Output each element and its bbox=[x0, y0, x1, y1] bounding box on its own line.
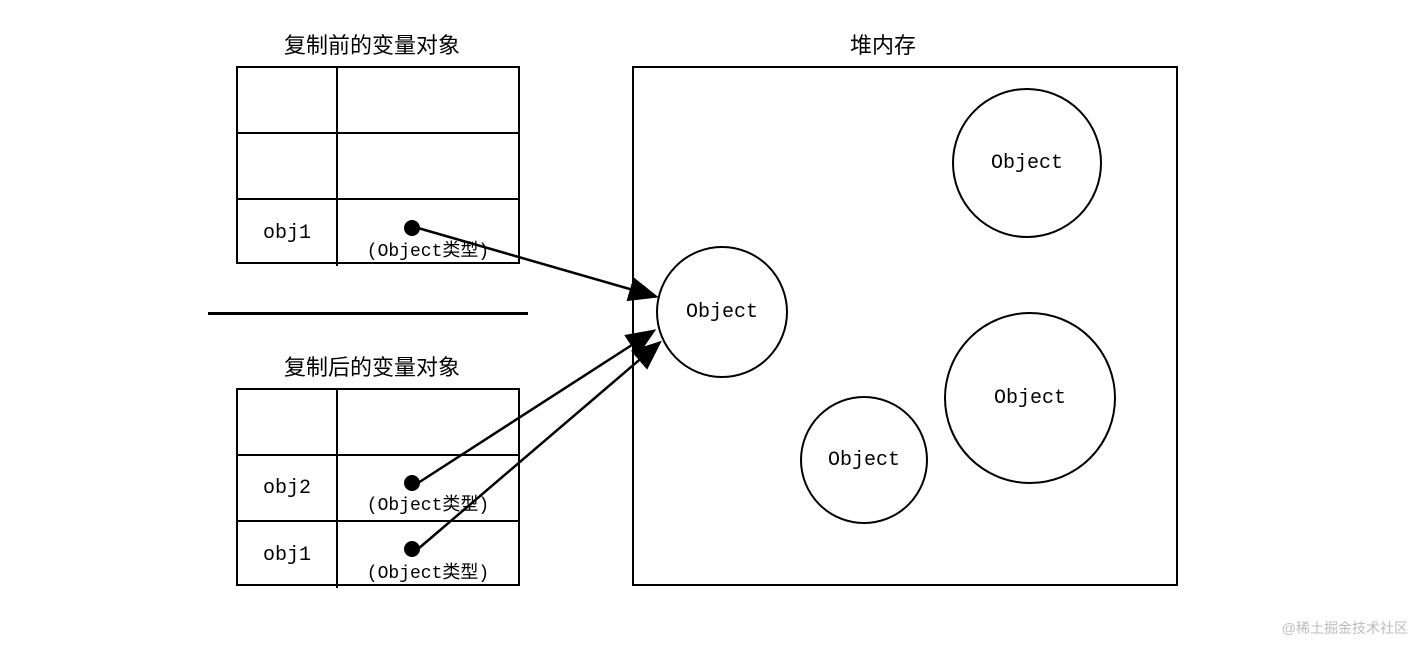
heap-object: Object bbox=[800, 396, 928, 524]
table-before: obj1 (Object类型) bbox=[236, 66, 520, 264]
table-row bbox=[238, 68, 518, 134]
val-cell bbox=[338, 390, 518, 454]
var-cell: obj2 bbox=[238, 456, 338, 520]
var-cell bbox=[238, 390, 338, 454]
var-cell bbox=[238, 134, 338, 198]
heap-object-target: Object bbox=[656, 246, 788, 378]
var-cell: obj1 bbox=[238, 200, 338, 266]
divider-line bbox=[208, 312, 528, 315]
reference-dot-icon bbox=[404, 220, 420, 236]
val-cell: (Object类型) bbox=[338, 200, 518, 266]
table-row: obj2 (Object类型) bbox=[238, 456, 518, 522]
table-after-title: 复制后的变量对象 bbox=[284, 350, 460, 382]
table-row: obj1 (Object类型) bbox=[238, 522, 518, 588]
val-cell bbox=[338, 134, 518, 198]
table-row: obj1 (Object类型) bbox=[238, 200, 518, 266]
val-cell bbox=[338, 68, 518, 132]
val-cell: (Object类型) bbox=[338, 456, 518, 520]
table-row bbox=[238, 134, 518, 200]
table-after: obj2 (Object类型) obj1 (Object类型) bbox=[236, 388, 520, 586]
val-cell: (Object类型) bbox=[338, 522, 518, 588]
var-cell: obj1 bbox=[238, 522, 338, 588]
watermark: @稀土掘金技术社区 bbox=[1282, 618, 1408, 638]
reference-dot-icon bbox=[404, 475, 420, 491]
heap-object: Object bbox=[944, 312, 1116, 484]
var-cell bbox=[238, 68, 338, 132]
table-row bbox=[238, 390, 518, 456]
table-before-title: 复制前的变量对象 bbox=[284, 28, 460, 60]
heap-title: 堆内存 bbox=[850, 28, 916, 60]
reference-dot-icon bbox=[404, 541, 420, 557]
heap-object: Object bbox=[952, 88, 1102, 238]
